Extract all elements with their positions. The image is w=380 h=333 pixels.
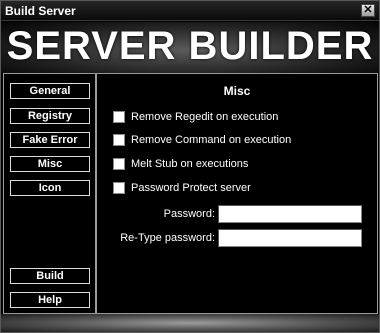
password-label: Password: <box>163 208 215 220</box>
remove-regedit-checkbox[interactable] <box>113 111 125 123</box>
sidebar-item-fake-error[interactable]: Fake Error <box>10 132 90 148</box>
remove-command-checkbox[interactable] <box>113 134 125 146</box>
retype-password-input[interactable] <box>218 229 362 247</box>
close-button[interactable]: ✕ <box>361 4 375 17</box>
banner: SERVER BUILDER <box>1 22 379 73</box>
melt-stub-checkbox[interactable] <box>113 158 125 170</box>
banner-title: SERVER BUILDER <box>6 24 374 68</box>
password-input[interactable] <box>218 205 362 223</box>
option-label: Remove Command on execution <box>131 134 292 146</box>
build-server-window: Build Server ✕ SERVER BUILDER General Re… <box>0 0 380 333</box>
close-icon: ✕ <box>363 4 373 16</box>
option-label: Password Protect server <box>131 182 251 194</box>
sidebar-item-registry[interactable]: Registry <box>10 108 90 124</box>
password-protect-checkbox[interactable] <box>113 182 125 194</box>
title-bar: Build Server ✕ <box>1 1 379 21</box>
retype-password-label: Re-Type password: <box>120 232 215 244</box>
option-label: Melt Stub on executions <box>131 158 249 170</box>
option-label: Remove Regedit on execution <box>131 111 279 123</box>
misc-panel: Misc Remove Regedit on execution Remove … <box>96 73 378 314</box>
sidebar-item-icon[interactable]: Icon <box>10 180 90 196</box>
bottom-strip <box>1 314 379 332</box>
help-button[interactable]: Help <box>10 292 90 308</box>
sidebar: General Registry Fake Error Misc Icon Bu… <box>3 73 96 314</box>
panel-heading: Misc <box>223 84 251 98</box>
sidebar-item-general[interactable]: General <box>10 83 90 99</box>
build-button[interactable]: Build <box>10 268 90 284</box>
sidebar-item-misc[interactable]: Misc <box>10 156 90 172</box>
window-title: Build Server <box>5 4 76 18</box>
